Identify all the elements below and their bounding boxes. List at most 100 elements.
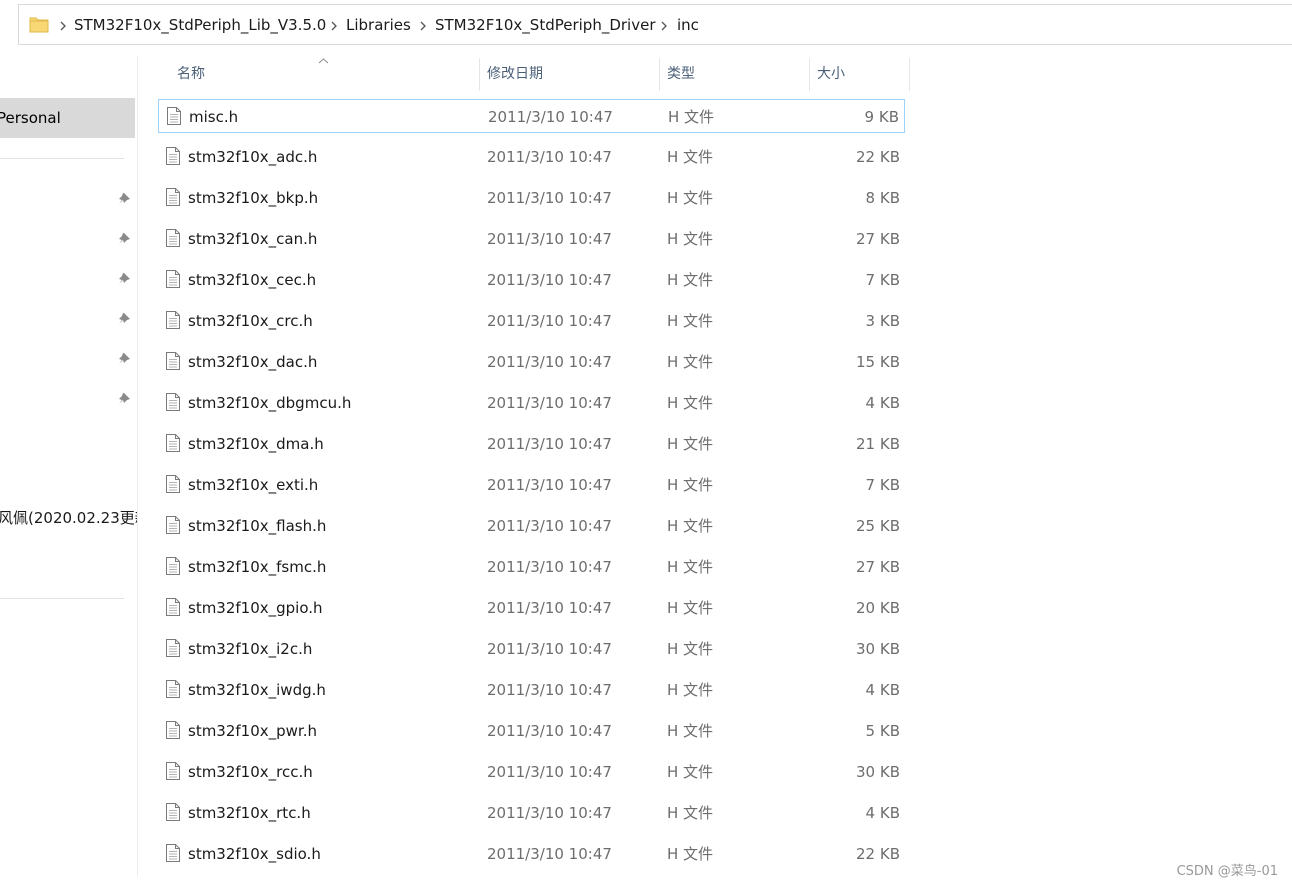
column-divider[interactable] [909,58,910,91]
file-row[interactable]: stm32f10x_flash.h 2011/3/10 10:47 H 文件 25 K… [158,509,905,543]
sidebar-item-folder[interactable]: 风佩(2020.02.23更新 [0,507,137,529]
file-row[interactable]: stm32f10x_dma.h 2011/3/10 10:47 H 文件 21 KB [158,427,905,461]
file-name: stm32f10x_can.h [188,230,318,248]
column-divider[interactable] [809,58,810,91]
file-size: 7 KB [865,271,900,289]
file-size: 8 KB [865,189,900,207]
file-row[interactable]: stm32f10x_sdio.h 2011/3/10 10:47 H 文件 22 KB [158,837,905,871]
file-date: 2011/3/10 10:47 [487,476,612,494]
file-icon [166,516,180,534]
breadcrumb-item[interactable]: STM32F10x_StdPeriph_Lib_V3.5.0 [74,5,326,46]
file-row[interactable]: stm32f10x_exti.h 2011/3/10 10:47 H 文件 7 KB [158,468,905,502]
pin-icon[interactable] [118,312,131,325]
file-row[interactable]: stm32f10x_dbgmcu.h 2011/3/10 10:47 H 文件 4 K… [158,386,905,420]
file-icon [166,557,180,575]
file-type: H 文件 [667,763,714,781]
file-type: H 文件 [667,804,714,822]
file-icon [166,475,180,493]
file-date: 2011/3/10 10:47 [487,763,612,781]
file-icon [166,639,180,657]
file-icon [166,147,180,165]
file-row[interactable]: stm32f10x_cec.h 2011/3/10 10:47 H 文件 7 KB [158,263,905,297]
column-header-size[interactable]: 大小 [817,56,845,92]
column-header-type[interactable]: 类型 [667,56,695,92]
file-icon [166,680,180,698]
chevron-right-icon[interactable] [59,21,67,31]
sidebar-divider [0,598,124,599]
file-row[interactable]: stm32f10x_iwdg.h 2011/3/10 10:47 H 文件 4 KB [158,673,905,707]
file-row[interactable]: stm32f10x_adc.h 2011/3/10 10:47 H 文件 22 KB [158,140,905,174]
file-row[interactable]: stm32f10x_bkp.h 2011/3/10 10:47 H 文件 8 KB [158,181,905,215]
file-date: 2011/3/10 10:47 [487,681,612,699]
folder-icon [29,17,49,33]
column-header-name[interactable]: 名称 [177,56,205,92]
file-type: H 文件 [668,108,715,126]
file-name: stm32f10x_dma.h [188,435,324,453]
file-type: H 文件 [667,640,714,658]
file-row[interactable]: stm32f10x_rcc.h 2011/3/10 10:47 H 文件 30 KB [158,755,905,789]
file-row[interactable]: stm32f10x_fsmc.h 2011/3/10 10:47 H 文件 27 KB [158,550,905,584]
file-size: 20 KB [856,599,900,617]
file-type: H 文件 [667,271,714,289]
column-header-date[interactable]: 修改日期 [487,56,543,92]
file-date: 2011/3/10 10:47 [487,640,612,658]
file-row[interactable]: stm32f10x_i2c.h 2011/3/10 10:47 H 文件 30 KB [158,632,905,666]
file-date: 2011/3/10 10:47 [487,312,612,330]
breadcrumb-item[interactable]: Libraries [346,5,411,46]
chevron-right-icon[interactable] [330,21,338,31]
file-size: 4 KB [865,394,900,412]
file-size: 27 KB [856,230,900,248]
file-icon [166,598,180,616]
file-type: H 文件 [667,599,714,617]
pin-icon[interactable] [118,392,131,405]
file-row[interactable]: stm32f10x_gpio.h 2011/3/10 10:47 H 文件 20 KB [158,591,905,625]
address-bar[interactable]: STM32F10x_StdPeriph_Lib_V3.5.0 Libraries… [18,4,1292,45]
file-size: 7 KB [865,476,900,494]
sidebar-item-personal[interactable]: Personal [0,98,135,138]
pane-divider[interactable] [137,56,138,876]
file-date: 2011/3/10 10:47 [487,394,612,412]
pin-icon[interactable] [118,232,131,245]
file-row[interactable]: stm32f10x_can.h 2011/3/10 10:47 H 文件 27 KB [158,222,905,256]
column-divider[interactable] [479,58,480,91]
file-row[interactable]: stm32f10x_rtc.h 2011/3/10 10:47 H 文件 4 KB [158,796,905,830]
file-row[interactable]: stm32f10x_dac.h 2011/3/10 10:47 H 文件 15 KB [158,345,905,379]
file-name: stm32f10x_fsmc.h [188,558,327,576]
chevron-right-icon[interactable] [419,21,427,31]
file-name: misc.h [189,108,239,126]
file-row[interactable]: stm32f10x_pwr.h 2011/3/10 10:47 H 文件 5 KB [158,714,905,748]
file-icon [166,803,180,821]
file-name: stm32f10x_iwdg.h [188,681,326,699]
file-date: 2011/3/10 10:47 [487,435,612,453]
sidebar-divider [0,158,124,159]
watermark: CSDN @菜鸟-01 [1176,864,1278,879]
file-row[interactable]: misc.h 2011/3/10 10:47 H 文件 9 KB [158,99,905,133]
column-divider[interactable] [659,58,660,91]
file-date: 2011/3/10 10:47 [487,271,612,289]
file-row[interactable]: stm32f10x_crc.h 2011/3/10 10:47 H 文件 3 KB [158,304,905,338]
breadcrumb-item[interactable]: STM32F10x_StdPeriph_Driver [435,5,656,46]
breadcrumb-item[interactable]: inc [677,5,699,46]
file-size: 30 KB [856,640,900,658]
file-name: stm32f10x_pwr.h [188,722,317,740]
file-icon [166,270,180,288]
file-type: H 文件 [667,230,714,248]
file-date: 2011/3/10 10:47 [487,517,612,535]
pin-icon[interactable] [118,272,131,285]
file-icon [167,107,181,125]
file-name: stm32f10x_rcc.h [188,763,313,781]
pin-icon[interactable] [118,352,131,365]
file-name: stm32f10x_flash.h [188,517,327,535]
file-type: H 文件 [667,148,714,166]
file-icon [166,229,180,247]
pin-icon[interactable] [118,192,131,205]
file-name: stm32f10x_i2c.h [188,640,313,658]
file-name: stm32f10x_gpio.h [188,599,323,617]
file-icon [166,721,180,739]
file-size: 22 KB [856,845,900,863]
file-size: 30 KB [856,763,900,781]
chevron-right-icon[interactable] [660,21,668,31]
file-size: 15 KB [856,353,900,371]
file-type: H 文件 [667,312,714,330]
file-type: H 文件 [667,558,714,576]
